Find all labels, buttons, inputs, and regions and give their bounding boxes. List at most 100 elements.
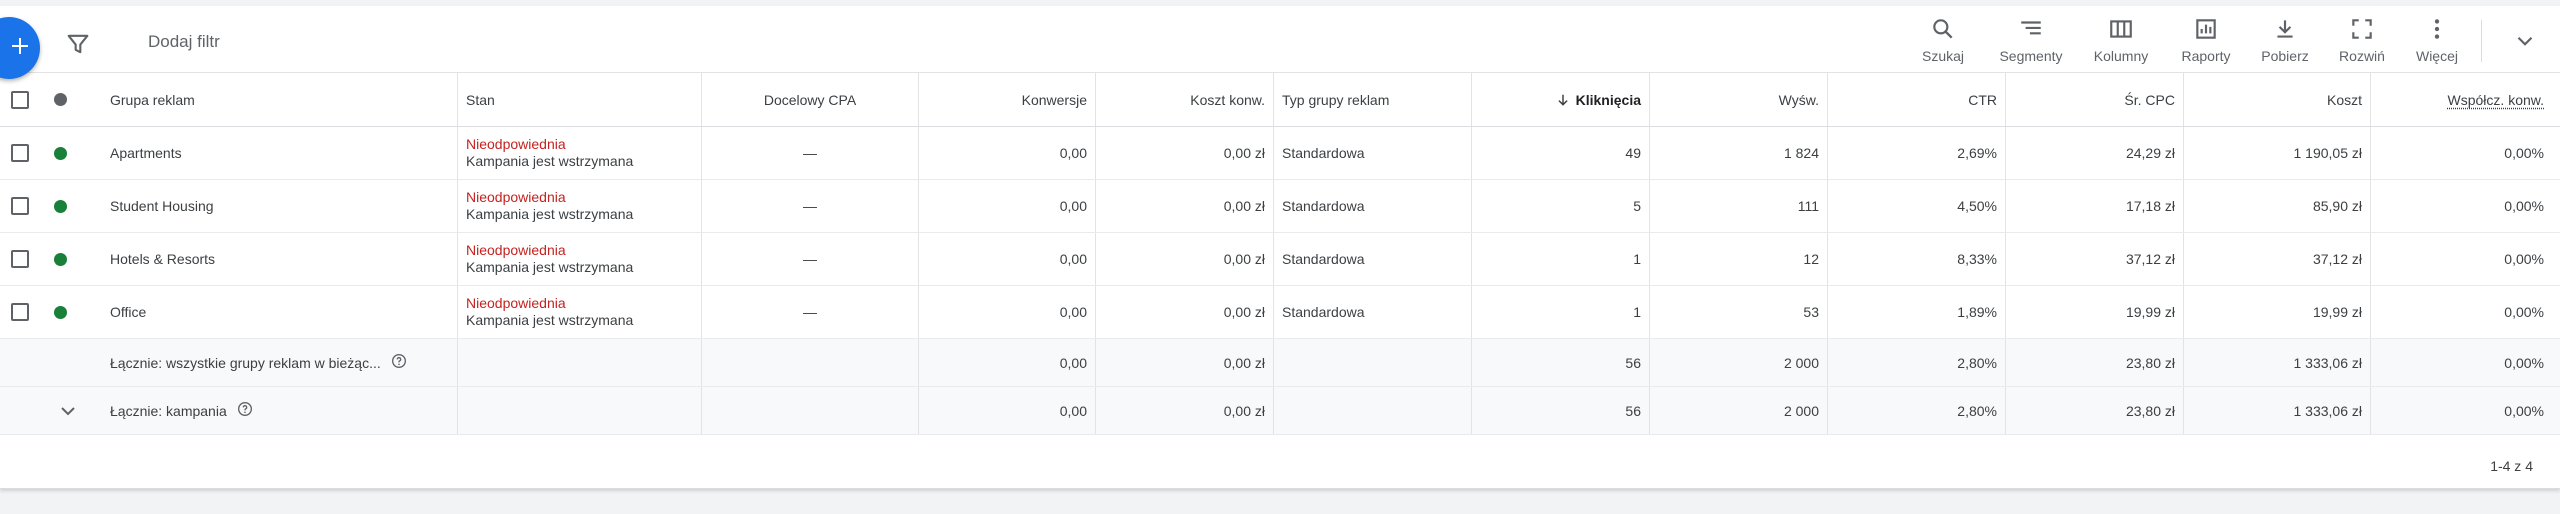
- total-row-campaign: Łącznie: kampania 0,00 0,00 zł 56 2 000 …: [0, 387, 2560, 435]
- cost: 37,12 zł: [2183, 233, 2370, 285]
- arrow-down-icon: [1556, 93, 1570, 107]
- conv-rate: 0,00%: [2370, 180, 2552, 232]
- header-avg-cpc[interactable]: Śr. CPC: [2005, 73, 2183, 126]
- plus-icon: [0, 34, 32, 63]
- total-label-cell: Łącznie: wszystkie grupy reklam w bieżąc…: [102, 339, 456, 386]
- cost-per-conv: 0,00 zł: [1095, 339, 1273, 386]
- impressions: 53: [1649, 286, 1827, 338]
- header-cost-per-conv[interactable]: Koszt konw.: [1095, 73, 1273, 126]
- pagination-label: 1-4 z 4: [2490, 458, 2533, 474]
- toolbar-divider: [2481, 20, 2482, 62]
- add-filter-input[interactable]: Dodaj filtr: [148, 32, 220, 52]
- download-label: Pobierz: [2261, 48, 2309, 64]
- ctr: 8,33%: [1827, 233, 2005, 285]
- conv-rate: 0,00%: [2370, 339, 2552, 386]
- cost: 1 333,06 zł: [2183, 387, 2370, 434]
- ctr: 2,69%: [1827, 127, 2005, 179]
- reports-button[interactable]: Raporty: [2166, 16, 2246, 64]
- header-cost[interactable]: Koszt: [2183, 73, 2370, 126]
- header-ad-group-type[interactable]: Typ grupy reklam: [1273, 73, 1471, 126]
- status-header-dot[interactable]: [40, 73, 80, 126]
- ad-group-name[interactable]: Student Housing: [102, 180, 456, 232]
- conv-rate: 0,00%: [2370, 233, 2552, 285]
- avg-cpc: 37,12 zł: [2005, 233, 2183, 285]
- search-button[interactable]: Szukaj: [1903, 16, 1983, 64]
- avg-cpc: 19,99 zł: [2005, 286, 2183, 338]
- ad-group-name[interactable]: Apartments: [102, 127, 456, 179]
- target-cpa: —: [701, 286, 918, 338]
- status-dot-enabled[interactable]: [40, 127, 80, 179]
- row-checkbox[interactable]: [0, 127, 40, 179]
- conv-rate: 0,00%: [2370, 127, 2552, 179]
- select-all-checkbox[interactable]: [0, 73, 40, 126]
- columns-button[interactable]: Kolumny: [2081, 16, 2161, 64]
- ad-group-type: Standardowa: [1273, 180, 1471, 232]
- ad-group-name[interactable]: Office: [102, 286, 456, 338]
- chevron-down-icon[interactable]: [48, 387, 88, 434]
- add-button[interactable]: [0, 17, 40, 79]
- cost: 1 333,06 zł: [2183, 339, 2370, 386]
- ad-group-type: Standardowa: [1273, 233, 1471, 285]
- conversions: 0,00: [918, 286, 1095, 338]
- help-icon[interactable]: [237, 401, 253, 420]
- ctr: 4,50%: [1827, 180, 2005, 232]
- header-status[interactable]: Stan: [457, 73, 701, 126]
- empty-cell: [1273, 387, 1471, 434]
- conversions: 0,00: [918, 387, 1095, 434]
- empty-cell: [1273, 339, 1471, 386]
- conv-rate: 0,00%: [2370, 286, 2552, 338]
- header-clicks-label: Kliknięcia: [1575, 91, 1641, 108]
- columns-icon: [2081, 16, 2161, 42]
- ctr: 2,80%: [1827, 339, 2005, 386]
- table-header: Grupa reklam Stan Docelowy CPA Konwersje…: [0, 73, 2560, 127]
- chevron-down-icon[interactable]: [2512, 28, 2538, 59]
- reports-icon: [2166, 16, 2246, 42]
- ad-group-type: Standardowa: [1273, 127, 1471, 179]
- total-label: Łącznie: kampania: [110, 402, 227, 419]
- avg-cpc: 24,29 zł: [2005, 127, 2183, 179]
- row-checkbox[interactable]: [0, 180, 40, 232]
- segments-icon: [1991, 16, 2071, 42]
- cost-per-conv: 0,00 zł: [1095, 127, 1273, 179]
- status-cell: Nieodpowiednia Kampania jest wstrzymana: [457, 233, 701, 285]
- header-ctr[interactable]: CTR: [1827, 73, 2005, 126]
- table-row: Apartments Nieodpowiednia Kampania jest …: [0, 127, 2560, 180]
- status-dot-enabled[interactable]: [40, 180, 80, 232]
- segments-label: Segmenty: [1999, 48, 2063, 64]
- more-button[interactable]: Więcej: [2397, 16, 2477, 64]
- header-target-cpa[interactable]: Docelowy CPA: [701, 73, 918, 126]
- header-conv-rate[interactable]: Współcz. konw.: [2370, 73, 2552, 126]
- conv-rate: 0,00%: [2370, 387, 2552, 434]
- filter-icon[interactable]: [64, 30, 92, 58]
- help-icon[interactable]: [391, 353, 407, 372]
- expand-button[interactable]: Rozwiń: [2322, 16, 2402, 64]
- impressions: 12: [1649, 233, 1827, 285]
- conversions: 0,00: [918, 180, 1095, 232]
- clicks: 56: [1471, 339, 1649, 386]
- header-conversions[interactable]: Konwersje: [918, 73, 1095, 126]
- search-label: Szukaj: [1921, 48, 1965, 64]
- header-impressions[interactable]: Wyśw.: [1649, 73, 1827, 126]
- status-cell: Nieodpowiednia Kampania jest wstrzymana: [457, 286, 701, 338]
- avg-cpc: 17,18 zł: [2005, 180, 2183, 232]
- impressions: 2 000: [1649, 339, 1827, 386]
- download-button[interactable]: Pobierz: [2245, 16, 2325, 64]
- ad-group-name[interactable]: Hotels & Resorts: [102, 233, 456, 285]
- status-dot-enabled[interactable]: [40, 233, 80, 285]
- impressions: 2 000: [1649, 387, 1827, 434]
- total-label: Łącznie: wszystkie grupy reklam w bieżąc…: [110, 354, 381, 371]
- impressions: 1 824: [1649, 127, 1827, 179]
- header-ad-group[interactable]: Grupa reklam: [102, 73, 456, 126]
- cost-per-conv: 0,00 zł: [1095, 233, 1273, 285]
- status-cell: Nieodpowiednia Kampania jest wstrzymana: [457, 127, 701, 179]
- target-cpa: —: [701, 180, 918, 232]
- status-dot-enabled[interactable]: [40, 286, 80, 338]
- row-checkbox[interactable]: [0, 286, 40, 338]
- header-clicks[interactable]: Kliknięcia: [1471, 73, 1649, 126]
- conversions: 0,00: [918, 233, 1095, 285]
- row-checkbox[interactable]: [0, 233, 40, 285]
- status-subtext: Kampania jest wstrzymana: [466, 259, 634, 275]
- search-icon: [1903, 16, 1983, 42]
- cost-per-conv: 0,00 zł: [1095, 180, 1273, 232]
- segments-button[interactable]: Segmenty: [1991, 16, 2071, 64]
